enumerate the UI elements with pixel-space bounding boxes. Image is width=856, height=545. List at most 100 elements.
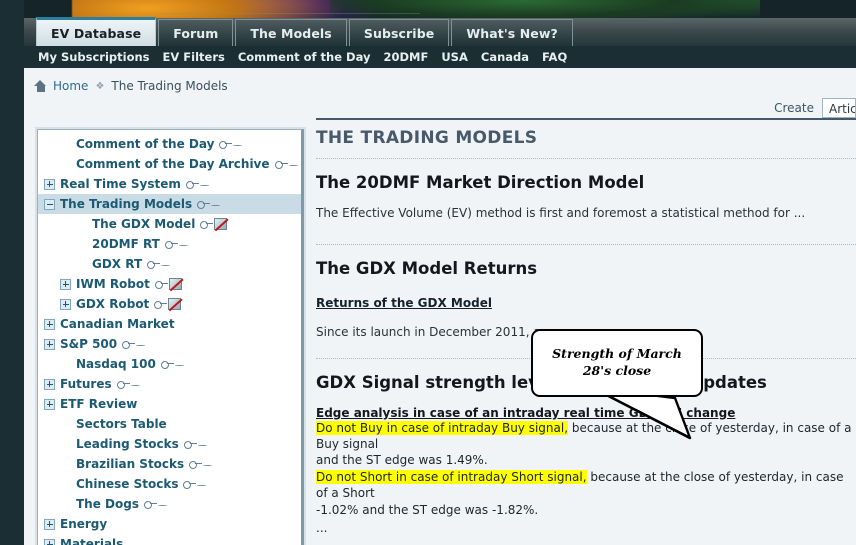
key-icon — [197, 200, 211, 209]
subnav-item-usa[interactable]: USA — [441, 50, 468, 64]
sidebar-item-chinese-stocks[interactable]: Chinese Stocks — [38, 474, 301, 494]
sidebar-item-energy[interactable]: Energy — [38, 514, 301, 534]
tab-what-s-new[interactable]: What's New? — [451, 19, 573, 46]
sidebar-item-the-dogs[interactable]: The Dogs — [38, 494, 301, 514]
expand-plus-icon[interactable] — [44, 398, 55, 410]
tab-the-models[interactable]: The Models — [235, 19, 347, 46]
sidebar-item-brazilian-stocks[interactable]: Brazilian Stocks — [38, 454, 301, 474]
key-icon — [189, 460, 203, 469]
sidebar-item-materials[interactable]: Materials — [38, 534, 301, 545]
divider-2 — [316, 244, 856, 246]
key-icon — [183, 440, 197, 449]
key-icon — [160, 360, 174, 369]
key-icon — [183, 480, 197, 489]
key-icon — [274, 160, 288, 169]
tab-label: Forum — [173, 25, 219, 41]
subnav-item-canada[interactable]: Canada — [481, 50, 529, 64]
primary-tabbar: EV Database Forum The Models Subscribe What'… — [24, 17, 856, 46]
sidebar-item-label: Sectors Table — [76, 417, 167, 431]
expand-plus-icon[interactable] — [44, 178, 55, 190]
key-icon — [185, 180, 199, 189]
sidebar-item-label: ETF Review — [60, 397, 138, 411]
main-content: THE TRADING MODELS The 20DMF Market Dire… — [316, 118, 856, 535]
section-heading-gdx-returns: The GDX Model Returns — [316, 259, 538, 279]
tab-ev-database[interactable]: EV Database — [36, 17, 157, 46]
sidebar-item-leading-stocks[interactable]: Leading Stocks — [38, 434, 301, 454]
subnav-item-my-subscriptions[interactable]: My Subscriptions — [38, 50, 150, 64]
key-icon — [164, 240, 178, 249]
sidebar-item-the-trading-models[interactable]: The Trading Models — [38, 194, 301, 214]
sidebar-item-label: Materials — [60, 537, 124, 545]
sidebar-item-real-time-system[interactable]: Real Time System — [38, 174, 301, 194]
sidebar-item-etf-review[interactable]: ETF Review — [38, 394, 301, 414]
key-icon — [122, 340, 136, 349]
divider-1 — [316, 158, 856, 159]
sidebar-item-label: Futures — [60, 377, 112, 391]
tab-forum[interactable]: Forum — [158, 19, 234, 46]
expand-plus-icon[interactable] — [44, 378, 55, 390]
sidebar-item-the-gdx-model[interactable]: The GDX Model — [38, 214, 301, 234]
key-icon — [147, 260, 161, 269]
subnav-item-comment-of-the-day[interactable]: Comment of the Day — [238, 50, 371, 64]
sidebar-item-label: S&P 500 — [60, 337, 118, 351]
sidebar-item-comment-of-the-day-archive[interactable]: Comment of the Day Archive — [38, 154, 301, 174]
create-type-select[interactable]: Article — [822, 98, 856, 118]
expand-plus-icon[interactable] — [60, 298, 71, 310]
sidebar-item-futures[interactable]: Futures — [38, 374, 301, 394]
edge-ellipsis: ... — [316, 520, 328, 535]
sidebar-item-gdx-robot[interactable]: GDX Robot — [38, 294, 301, 314]
sidebar-item-iwm-robot[interactable]: IWM Robot — [38, 274, 301, 294]
sidebar-item-label: Comment of the Day Archive — [76, 157, 270, 171]
banner-artwork-right-icon — [330, 0, 760, 20]
sidebar-item-label: 20DMF RT — [92, 237, 160, 251]
sidebar-item-label: GDX RT — [92, 257, 143, 271]
expand-plus-icon[interactable] — [44, 338, 55, 350]
sidebar-item-sectors-table[interactable]: Sectors Table — [38, 414, 301, 434]
create-area: Create Article — [774, 98, 856, 118]
tab-subscribe[interactable]: Subscribe — [348, 19, 450, 46]
title-rule — [316, 118, 856, 120]
breadcrumb-current: The Trading Models — [111, 79, 228, 93]
sidebar-item-label: Nasdaq 100 — [76, 357, 156, 371]
edge-line-short-cont: -1.02% and the ST edge was -1.82%. — [316, 502, 539, 517]
collapse-minus-icon[interactable] — [44, 198, 55, 210]
key-icon — [154, 300, 168, 309]
sidebar-item-label: The Dogs — [76, 497, 139, 511]
sidebar-tree: Comment of the Day Comment of the Day Arc… — [38, 130, 301, 545]
sidebar-item-label: IWM Robot — [76, 277, 150, 291]
sidebar-item-canadian-market[interactable]: Canadian Market — [38, 314, 301, 334]
expand-plus-icon[interactable] — [44, 538, 55, 545]
subnav-item-faq[interactable]: FAQ — [542, 50, 567, 64]
page-body: Home ❖ The Trading Models Create Article… — [24, 68, 856, 545]
section-heading-20dmf: The 20DMF Market Direction Model — [316, 173, 645, 192]
sidebar-item-label: Canadian Market — [60, 317, 175, 331]
expand-plus-icon[interactable] — [44, 518, 55, 530]
banner-divider — [160, 13, 420, 14]
sidebar-item-label: Brazilian Stocks — [76, 457, 185, 471]
sidebar-item-20dmf-rt[interactable]: 20DMF RT — [38, 234, 301, 254]
sidebar-item-gdx-rt[interactable]: GDX RT — [38, 254, 301, 274]
book-restricted-icon — [214, 218, 228, 230]
sidebar-item-nasdaq-100[interactable]: Nasdaq 100 — [38, 354, 301, 374]
left-rail — [0, 0, 24, 545]
subnav-item-20dmf[interactable]: 20DMF — [383, 50, 428, 64]
sidebar-item-s-p-500[interactable]: S&P 500 — [38, 334, 301, 354]
expand-plus-icon[interactable] — [44, 318, 55, 330]
sidebar-item-comment-of-the-day[interactable]: Comment of the Day — [38, 134, 301, 154]
edge-line-buy-cont: and the ST edge was 1.49%. — [316, 453, 488, 468]
breadcrumb-home-link[interactable]: Home — [53, 79, 88, 93]
sidebar-item-label: Energy — [60, 517, 108, 531]
returns-of-gdx-model-link[interactable]: Returns of the GDX Model — [316, 296, 492, 310]
key-icon — [200, 220, 214, 229]
expand-plus-icon[interactable] — [60, 278, 71, 290]
book-restricted-icon — [168, 298, 182, 310]
subnav-item-ev-filters[interactable]: EV Filters — [163, 50, 225, 64]
